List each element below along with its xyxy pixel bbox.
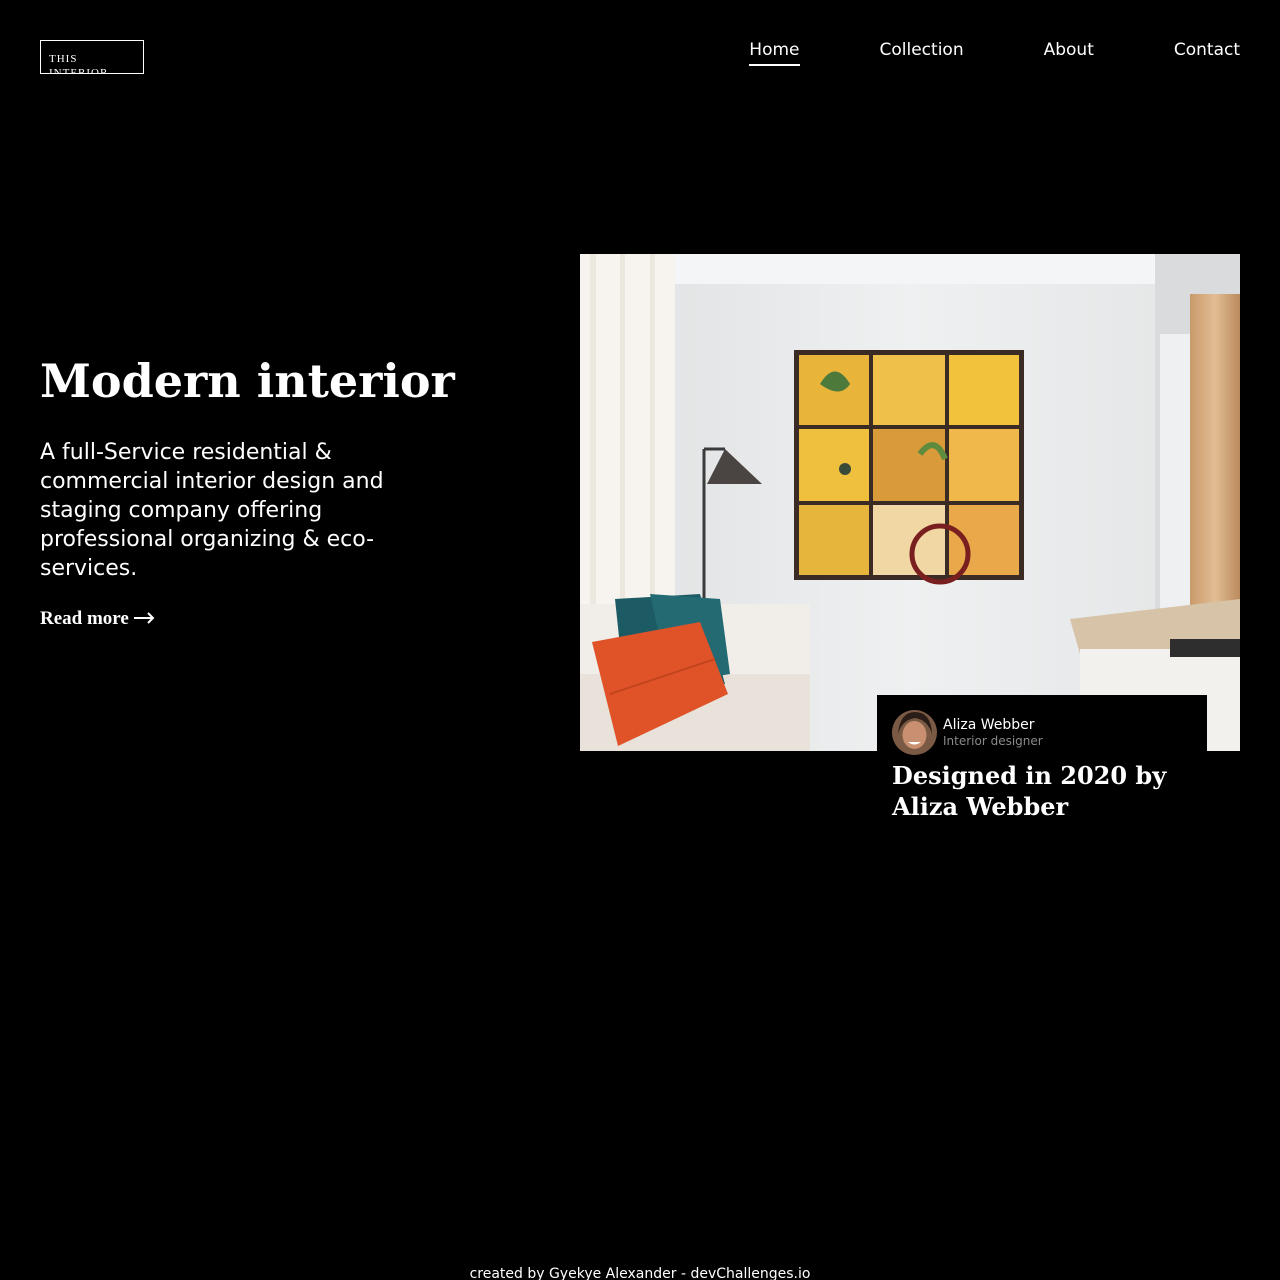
hero-title: Modern interior xyxy=(40,354,455,408)
nav-home[interactable]: Home xyxy=(749,38,800,66)
designer-name: Aliza Webber xyxy=(943,717,1035,733)
footer-credit: created by Gyekye Alexander - devChallen… xyxy=(469,1266,811,1280)
designer-card: Aliza Webber Interior designer Designed … xyxy=(877,695,1207,830)
logo[interactable]: THIS INTERIOR xyxy=(40,40,144,74)
nav-contact[interactable]: Contact xyxy=(1174,38,1240,66)
hero-image xyxy=(580,254,1240,751)
card-title: Designed in 2020 by Aliza Webber xyxy=(892,761,1167,821)
hero-description: A full-Service residential & commercial … xyxy=(40,440,384,581)
arrow-right-icon xyxy=(133,608,155,630)
read-more-link[interactable]: Read more xyxy=(40,608,155,630)
avatar xyxy=(892,710,937,755)
designer-role: Interior designer xyxy=(943,734,1043,748)
nav-about[interactable]: About xyxy=(1044,38,1094,66)
main-nav: Home Collection About Contact xyxy=(749,38,1240,66)
designer-info: Aliza Webber Interior designer xyxy=(892,710,1192,755)
designer-text: Aliza Webber Interior designer xyxy=(943,716,1043,749)
nav-collection[interactable]: Collection xyxy=(880,38,964,66)
read-more-label: Read more xyxy=(40,608,129,629)
